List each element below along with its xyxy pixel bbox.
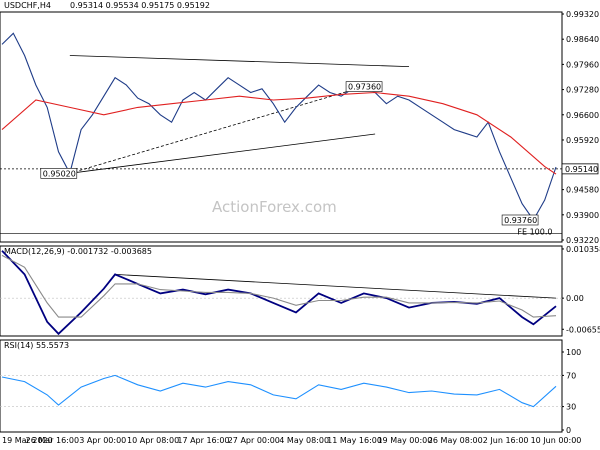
- price-annotation-label: 0.97360: [348, 83, 381, 92]
- y-tick-label: 0.98640: [566, 35, 599, 44]
- x-date-label: 10 Apr 08:00: [127, 436, 179, 445]
- y-tick-label: 0.93900: [566, 211, 599, 220]
- y-tick-label: 0.96600: [566, 111, 599, 120]
- x-date-label: 19 May 00:00: [377, 436, 432, 445]
- y-tick-label: 0.94580: [566, 186, 599, 195]
- x-date-label: 26 Mar 16:00: [26, 436, 79, 445]
- y-tick-label: 0.010358: [566, 245, 600, 254]
- macd-panel: [0, 245, 563, 337]
- y-tick-label: 0.97280: [566, 86, 599, 95]
- y-tick-label: 0.97960: [566, 60, 599, 69]
- x-date-label: 4 May 08:00: [279, 436, 329, 445]
- watermark: ActionForex.com: [212, 198, 337, 216]
- chart-canvas: USDCHF,H4 0.95314 0.95534 0.95175 0.9519…: [0, 1, 600, 445]
- x-date-label: 26 May 08:00: [428, 436, 483, 445]
- rsi-title: RSI(14) 55.5573: [4, 341, 69, 350]
- x-date-label: 11 May 16:00: [327, 436, 382, 445]
- y-tick-label: 100: [566, 348, 581, 357]
- ohlc-label: 0.95314 0.95534 0.95175 0.95192: [70, 1, 210, 10]
- x-date-label: 27 Apr 00:00: [228, 436, 280, 445]
- price-annotation-label: 0.93760: [504, 216, 537, 225]
- y-tick-label: 0.00: [566, 294, 584, 303]
- y-tick-label: 0.95920: [566, 136, 599, 145]
- y-tick-label: 0.93220: [566, 236, 599, 245]
- x-date-label: 17 Apr 16:00: [177, 436, 229, 445]
- price-annotation-label: 0.95020: [43, 169, 76, 178]
- price-annotation-label: FE 100.0: [517, 227, 552, 236]
- macd-title: MACD(12,26,9) -0.001732 -0.003685: [4, 247, 152, 256]
- x-date-label: 3 Apr 00:00: [79, 436, 126, 445]
- y-tick-label: 70: [566, 371, 576, 380]
- y-tick-label: 0: [566, 426, 571, 435]
- y-tick-label: 0.99320: [566, 10, 599, 19]
- y-tick-label: 30: [566, 403, 576, 412]
- symbol-label: USDCHF,H4: [4, 1, 51, 10]
- x-date-label: 2 Jun 16:00: [483, 436, 529, 445]
- y-tick-label: -0.006553: [566, 325, 600, 334]
- x-date-label: 10 Jun 00:00: [531, 436, 582, 445]
- current-price-label: 0.95140: [565, 165, 598, 174]
